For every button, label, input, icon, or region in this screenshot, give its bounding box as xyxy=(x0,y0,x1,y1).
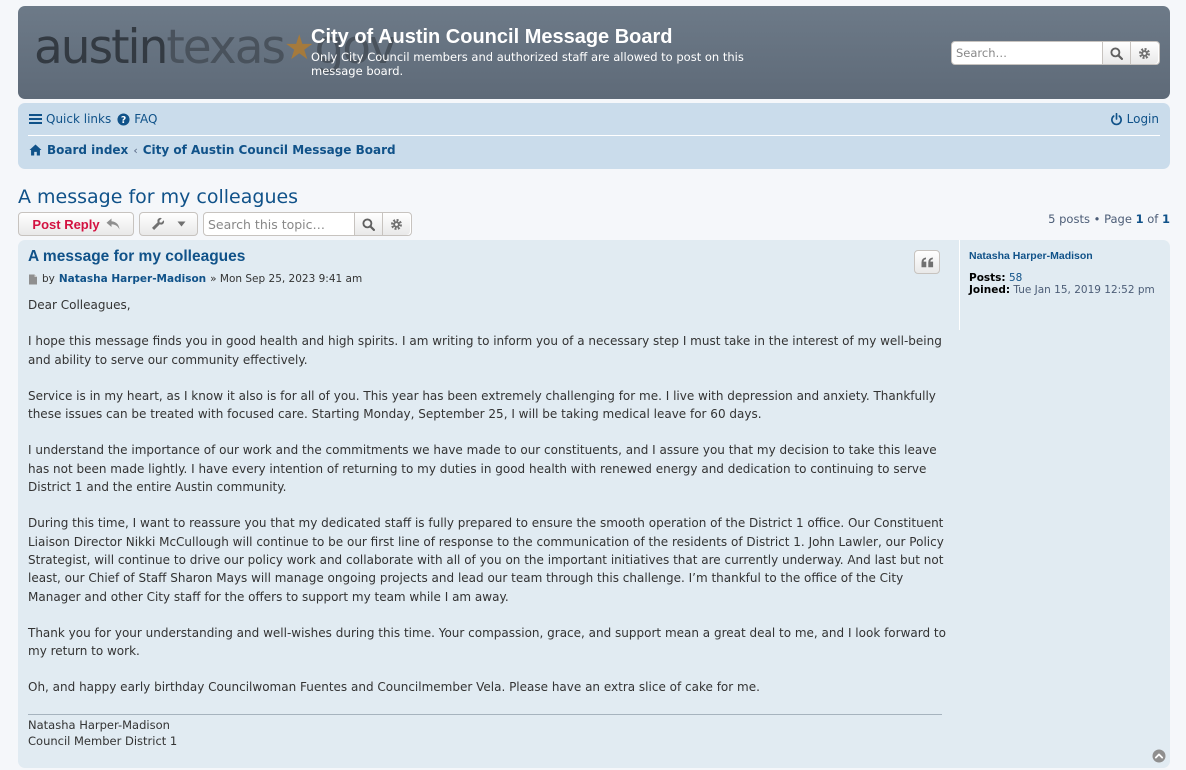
navbar: Quick links ? FAQ Login Board index ‹ Ci… xyxy=(18,103,1170,169)
page-label: Page xyxy=(1104,212,1132,226)
login-link[interactable]: Login xyxy=(1110,112,1159,126)
post-count: 5 posts xyxy=(1048,212,1090,226)
post-paragraph: I hope this message finds you in good he… xyxy=(28,334,942,367)
post-author-link[interactable]: Natasha Harper-Madison xyxy=(59,273,206,285)
post: A message for my colleagues by Natasha H… xyxy=(18,240,1170,768)
header-advanced-search-button[interactable] xyxy=(1130,42,1158,64)
faq-label: FAQ xyxy=(134,112,158,126)
post-author-line: by Natasha Harper-Madison » Mon Sep 25, … xyxy=(28,273,362,285)
post-title[interactable]: A message for my colleagues xyxy=(28,248,245,266)
current-page: 1 xyxy=(1135,212,1144,226)
search-icon xyxy=(1110,46,1123,60)
breadcrumb-forum[interactable]: City of Austin Council Message Board xyxy=(143,143,396,157)
home-icon xyxy=(29,144,42,156)
header-search-button[interactable] xyxy=(1102,42,1130,64)
chevron-left-icon: ‹ xyxy=(133,143,138,157)
quote-icon xyxy=(921,257,933,267)
post-paragraph: Service is in my heart, as I know it als… xyxy=(28,388,936,422)
quick-links-label: Quick links xyxy=(46,112,112,126)
caret-down-icon xyxy=(177,221,186,227)
back-to-top-button[interactable] xyxy=(1152,748,1166,763)
search-icon xyxy=(362,217,375,231)
profile-posts-count[interactable]: 58 xyxy=(1009,272,1022,284)
chevron-up-circle-icon xyxy=(1152,749,1166,763)
site-title: City of Austin Council Message Board xyxy=(311,26,673,48)
wrench-icon xyxy=(152,217,165,230)
profile-joined-label: Joined: xyxy=(969,284,1011,296)
faq-link[interactable]: ? FAQ xyxy=(117,112,157,126)
quote-button[interactable] xyxy=(914,250,940,274)
logo-star-icon: ★ xyxy=(283,28,315,68)
profile-joined-date: Tue Jan 15, 2019 12:52 pm xyxy=(1013,284,1155,296)
reply-icon xyxy=(106,218,120,230)
topic-advanced-search-button[interactable] xyxy=(382,213,410,235)
pagination: 5 posts • Page 1 of 1 xyxy=(1048,212,1170,226)
header-search-box xyxy=(951,41,1160,65)
quick-links-menu[interactable]: Quick links xyxy=(29,112,111,126)
post-paragraph: Oh, and happy early birthday Councilwoma… xyxy=(28,680,760,695)
profile-joined: Joined: Tue Jan 15, 2019 12:52 pm xyxy=(969,284,1159,296)
post-paragraph: I understand the importance of our work … xyxy=(28,443,937,495)
post-reply-button[interactable]: Post Reply xyxy=(18,212,134,236)
topic-title[interactable]: A message for my colleagues xyxy=(18,186,298,208)
signature-title: Council Member District 1 xyxy=(28,734,178,748)
post-date: » Mon Sep 25, 2023 9:41 am xyxy=(210,273,363,285)
post-paragraph: Dear Colleagues, xyxy=(28,298,131,312)
breadcrumb: Board index ‹ City of Austin Council Mes… xyxy=(29,143,396,157)
question-circle-icon: ? xyxy=(117,112,130,125)
header-bar: austintexas★gov City of Austin Council M… xyxy=(18,6,1170,99)
post-profile: Natasha Harper-Madison Posts: 58 Joined:… xyxy=(959,240,1169,330)
total-pages: 1 xyxy=(1161,212,1170,226)
topic-search-input[interactable] xyxy=(204,213,354,235)
profile-username[interactable]: Natasha Harper-Madison xyxy=(969,250,1093,262)
power-icon xyxy=(1110,112,1122,125)
post-paragraph: During this time, I want to reassure you… xyxy=(28,516,944,604)
topic-tools-button[interactable] xyxy=(139,212,198,236)
logo-austin: austin xyxy=(34,20,168,75)
post-file-icon xyxy=(29,274,37,284)
site-description: Only City Council members and authorized… xyxy=(311,50,744,78)
navbar-divider xyxy=(28,135,1160,136)
header-search-input[interactable] xyxy=(952,42,1102,64)
logo-texas: texas xyxy=(166,20,286,75)
post-signature: Natasha Harper-Madison Council Member Di… xyxy=(28,714,942,749)
gear-icon xyxy=(1139,47,1150,59)
topic-search-box xyxy=(203,212,412,236)
by-label: by xyxy=(42,273,55,285)
hamburger-icon xyxy=(29,114,42,124)
gear-icon xyxy=(391,218,402,230)
svg-text:?: ? xyxy=(121,114,126,125)
topic-search-button[interactable] xyxy=(354,213,382,235)
login-label: Login xyxy=(1126,112,1159,126)
breadcrumb-board-index[interactable]: Board index xyxy=(47,143,128,157)
post-paragraph: Thank you for your understanding and wel… xyxy=(28,625,946,659)
page-of: of xyxy=(1147,212,1159,226)
post-reply-label: Post Reply xyxy=(32,216,100,232)
profile-posts-label: Posts: xyxy=(969,272,1006,284)
profile-posts: Posts: 58 xyxy=(969,272,1159,284)
signature-name: Natasha Harper-Madison xyxy=(28,718,170,732)
post-content: Dear Colleagues, I hope this message fin… xyxy=(28,296,948,715)
